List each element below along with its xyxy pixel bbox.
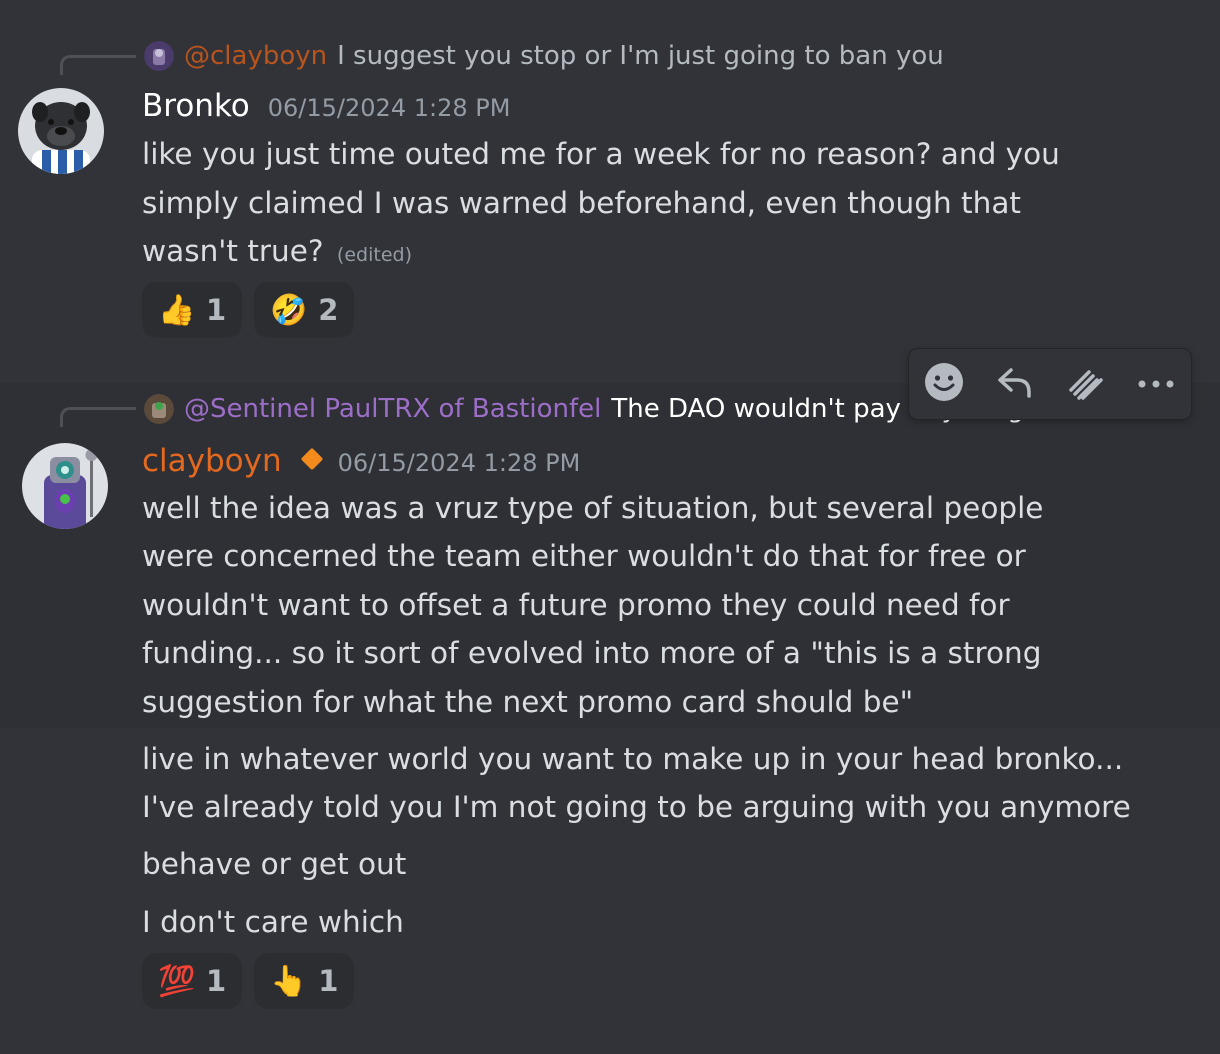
forward-icon [1063,360,1107,408]
followup-line: behave or get out [142,847,407,881]
reply-avatar-clayboyn [144,41,174,71]
message-line: wasn't true? (edited) [142,234,412,268]
reaction-rolling-laughing[interactable]: 🤣 2 [254,282,355,338]
reply-text[interactable]: I suggest you stop or I'm just going to … [337,41,944,71]
message-line-text: wasn't true? [142,234,324,268]
reaction-bar: 👍 1 🤣 2 [142,282,355,338]
more-icon [1136,375,1176,394]
reaction-count: 1 [206,293,227,327]
timestamp[interactable]: 06/15/2024 1:28 PM [338,449,581,477]
rolling-laughing-emoji: 🤣 [270,292,308,328]
avatar-clayboyn[interactable] [22,443,108,529]
reply-spine [60,407,136,427]
reaction-bar: 💯 1 👆 1 [142,953,355,1009]
reaction-count: 1 [318,964,339,998]
followup-line: live in whatever world you want to make … [142,742,1124,776]
message-line: funding... so it sort of evolved into mo… [142,636,1042,670]
forward-button[interactable] [1059,358,1111,410]
reaction-hundred-points[interactable]: 💯 1 [142,953,243,1009]
message-line: suggestion for what the next promo card … [142,685,914,719]
reaction-count: 1 [206,964,227,998]
reply-preview[interactable]: @clayboyn I suggest you stop or I'm just… [144,38,944,74]
reply-icon [995,362,1035,406]
reply-spine [60,55,136,75]
thumbs-up-emoji: 👍 [158,292,196,328]
edited-label: (edited) [336,244,412,266]
reaction-count: 2 [318,293,339,327]
followup-line: I don't care which [142,905,404,939]
reply-author[interactable]: @clayboyn [184,41,327,71]
reply-author[interactable]: @Sentinel PaulTRX of Bastionfel [184,394,601,424]
message-line: well the idea was a vruz type of situati… [142,491,1044,525]
message-line: were concerned the team either wouldn't … [142,539,1026,573]
author-name[interactable]: Bronko [142,88,250,124]
message-action-toolbar [908,348,1192,420]
avatar-bronko[interactable] [18,88,104,174]
message-header: Bronko 06/15/2024 1:28 PM [142,88,510,124]
message-line: simply claimed I was warned beforehand, … [142,186,1021,220]
author-name[interactable]: clayboyn [142,443,282,479]
message-line: like you just time outed me for a week f… [142,137,1060,171]
followup-line: I've already told you I'm not going to b… [142,790,1131,824]
more-options-button[interactable] [1130,358,1182,410]
reply-button[interactable] [989,358,1041,410]
timestamp[interactable]: 06/15/2024 1:28 PM [268,94,511,122]
message-header: clayboyn 06/15/2024 1:28 PM [142,443,580,479]
hundred-points-emoji: 💯 [158,963,196,999]
message-line: wouldn't want to offset a future promo t… [142,588,1010,622]
chat-messages: @clayboyn I suggest you stop or I'm just… [0,0,1220,1054]
reaction-pointing-up[interactable]: 👆 1 [254,953,355,1009]
reaction-thumbs-up[interactable]: 👍 1 [142,282,243,338]
add-reaction-button[interactable] [918,358,970,410]
reply-avatar-sentinel [144,394,174,424]
role-diamond-icon[interactable] [300,447,323,471]
add-reaction-icon [923,361,965,407]
pointing-up-emoji: 👆 [270,963,308,999]
